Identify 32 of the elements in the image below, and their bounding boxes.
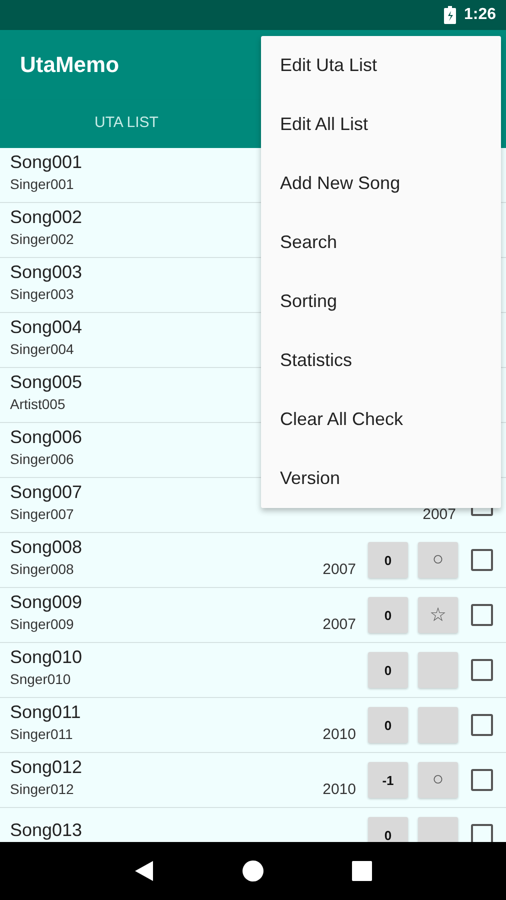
song-title: Song011 [10, 702, 82, 722]
singer-name: Singer002 [10, 231, 74, 247]
singer-name: Singer004 [10, 341, 74, 357]
singer-name: Singer012 [10, 780, 74, 798]
song-title: Song013 [10, 820, 84, 841]
singer-name: Singer008 [10, 560, 74, 578]
singer-name: Singer009 [10, 616, 74, 632]
song-year: 2007 [322, 560, 356, 578]
singer-name: Artist005 [10, 396, 66, 412]
app-title: UtaMemo [20, 52, 120, 78]
song-year: 2007 [422, 506, 456, 522]
song-year: 2010 [322, 780, 356, 798]
singer-name: Singer001 [10, 176, 74, 192]
song-title: Song004 [10, 317, 84, 338]
song-title: Song001 [10, 152, 84, 173]
singer-name: Singer011 [10, 726, 73, 742]
song-title: Song010 [10, 647, 84, 668]
singer-name: Snger010 [10, 671, 71, 687]
song-title: Song006 [10, 427, 84, 448]
song-title: Song003 [10, 262, 84, 283]
song-title: Song008 [10, 536, 84, 558]
status-time: 1:26 [464, 6, 496, 24]
singer-name: Singer003 [10, 286, 74, 302]
song-title: Song012 [10, 756, 84, 778]
song-year: 2007 [322, 616, 356, 632]
song-year: 2010 [322, 726, 356, 742]
song-title: Song002 [10, 207, 84, 228]
song-title: Song005 [10, 372, 84, 393]
song-title: Song007 [10, 482, 84, 502]
singer-name: Singer006 [10, 451, 74, 467]
song-title: Song009 [10, 592, 84, 612]
singer-name: Singer007 [10, 506, 74, 522]
